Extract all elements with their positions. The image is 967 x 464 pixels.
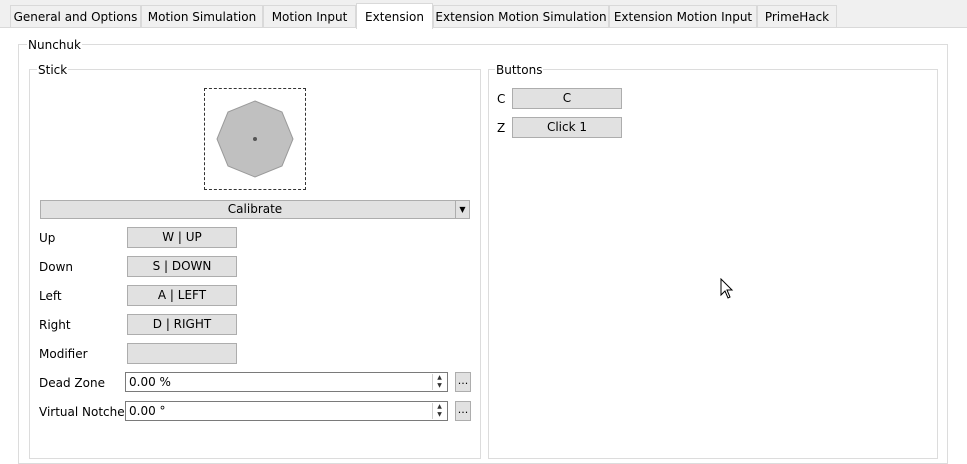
right-mapping-button[interactable]: D | RIGHT: [127, 314, 237, 335]
extension-pane: Nunchuk Stick Calibrate ▼ Up W | UP Down…: [0, 28, 967, 464]
dead-zone-more-button[interactable]: ...: [455, 372, 471, 392]
tab-extension-motion-input[interactable]: Extension Motion Input: [609, 5, 757, 27]
dead-zone-spinbox[interactable]: 0.00 % ▲ ▼: [125, 372, 448, 392]
buttons-group-title: Buttons: [495, 63, 544, 77]
up-down-arrows-icon[interactable]: ▲ ▼: [432, 403, 446, 419]
virtual-notches-more-button[interactable]: ...: [455, 401, 471, 421]
calibrate-dropdown[interactable]: Calibrate ▼: [40, 200, 470, 219]
right-label: Right: [39, 318, 71, 332]
chevron-down-icon[interactable]: ▼: [455, 201, 469, 218]
dead-zone-label: Dead Zone: [39, 376, 105, 390]
up-label: Up: [39, 231, 56, 245]
modifier-label: Modifier: [39, 347, 88, 361]
up-mapping-button[interactable]: W | UP: [127, 227, 237, 248]
tab-motion-simulation[interactable]: Motion Simulation: [141, 5, 263, 27]
c-label: C: [497, 92, 506, 106]
left-label: Left: [39, 289, 62, 303]
virtual-notches-label: Virtual Notches: [39, 405, 131, 419]
tab-extension[interactable]: Extension: [356, 3, 433, 29]
tab-primehack[interactable]: PrimeHack: [757, 5, 837, 27]
stick-preview: [204, 88, 306, 190]
up-down-arrows-icon[interactable]: ▲ ▼: [432, 374, 446, 390]
mouse-pointer-icon: [720, 277, 734, 303]
virtual-notches-spinbox[interactable]: 0.00 ° ▲ ▼: [125, 401, 448, 421]
nunchuk-group-title: Nunchuk: [27, 38, 82, 52]
dead-zone-value: 0.00 %: [129, 375, 171, 389]
tab-bar: General and Options Motion Simulation Mo…: [0, 0, 967, 29]
modifier-mapping-button[interactable]: [127, 343, 237, 364]
stick-group-title: Stick: [37, 63, 69, 77]
z-mapping-button[interactable]: Click 1: [512, 117, 622, 138]
down-mapping-button[interactable]: S | DOWN: [127, 256, 237, 277]
c-mapping-button[interactable]: C: [512, 88, 622, 109]
stick-octagon-icon: [216, 100, 294, 178]
tab-extension-motion-simulation[interactable]: Extension Motion Simulation: [433, 5, 609, 27]
tab-motion-input[interactable]: Motion Input: [263, 5, 356, 27]
down-label: Down: [39, 260, 74, 274]
tab-general-and-options[interactable]: General and Options: [10, 5, 141, 27]
calibrate-label: Calibrate: [227, 202, 283, 216]
left-mapping-button[interactable]: A | LEFT: [127, 285, 237, 306]
z-label: Z: [497, 121, 506, 135]
virtual-notches-value: 0.00 °: [129, 404, 166, 418]
